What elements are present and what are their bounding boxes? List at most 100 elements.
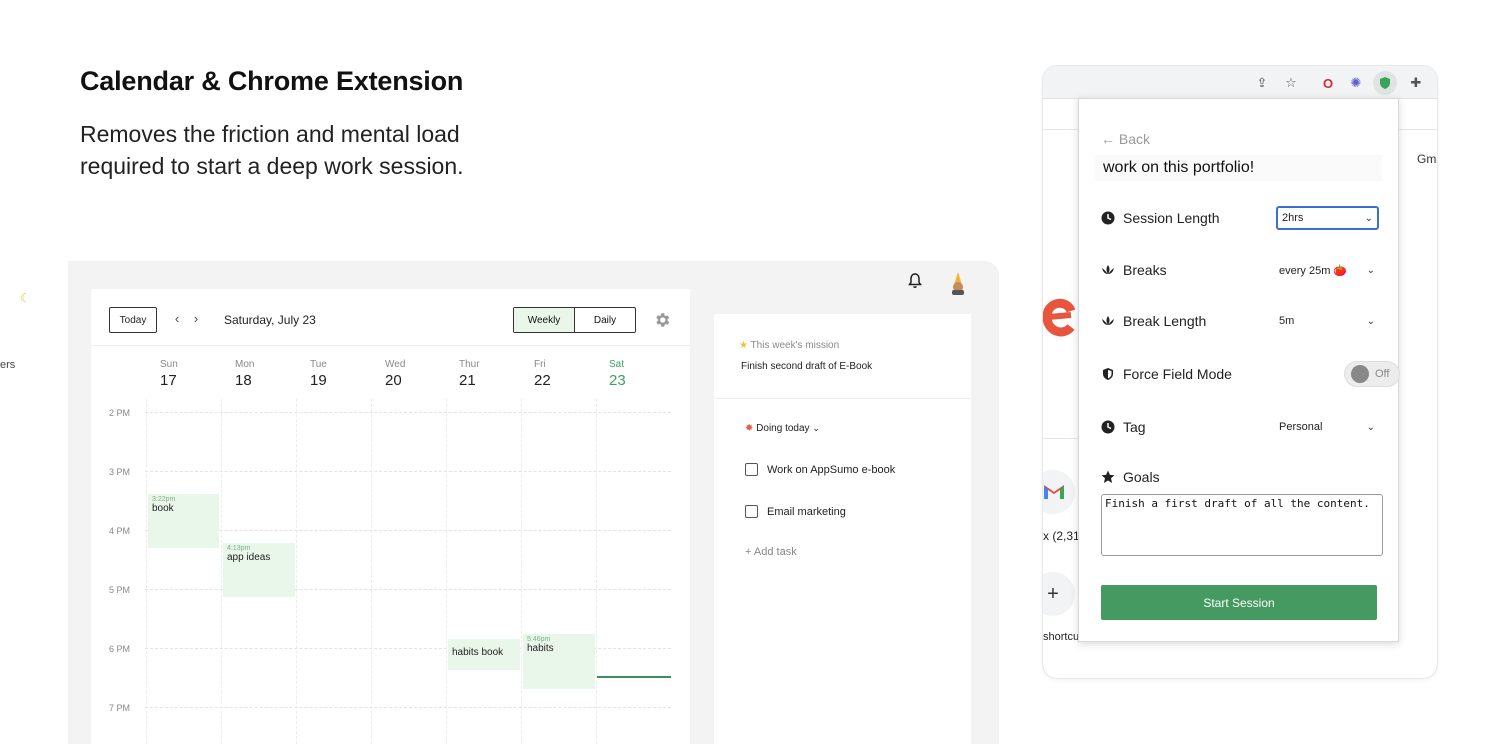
star-icon: ★ xyxy=(739,340,748,351)
break-length-row: Break Length 5m ⌄ xyxy=(1101,307,1379,335)
day-header-sun: Sun 17 xyxy=(160,359,220,389)
task-item[interactable]: Work on AppSumo e-book xyxy=(745,463,895,476)
breaks-value: every 25m 🍅 xyxy=(1279,264,1348,277)
session-title-input[interactable]: work on this portfolio! xyxy=(1095,155,1382,181)
day-column-line xyxy=(296,399,297,744)
sidebar-item-label[interactable]: ers xyxy=(0,359,15,371)
mission-label: ★ This week's mission xyxy=(739,340,839,351)
opera-icon[interactable]: O xyxy=(1319,74,1337,92)
tag-select[interactable]: Personal ⌄ xyxy=(1279,415,1379,439)
event-title: app ideas xyxy=(227,552,271,563)
divider xyxy=(91,345,690,346)
today-button[interactable]: Today xyxy=(109,307,157,333)
day-name: Fri xyxy=(534,359,546,370)
hero-title: Calendar & Chrome Extension xyxy=(80,66,464,96)
force-field-row: Force Field Mode Off xyxy=(1101,360,1400,388)
divider xyxy=(714,398,971,399)
extension-popup: ← Back work on this portfolio! Session L… xyxy=(1078,98,1400,642)
bookmark-star-icon[interactable]: ☆ xyxy=(1282,74,1300,92)
chevron-down-icon: ⌄ xyxy=(1366,421,1375,433)
event-title: book xyxy=(152,503,174,514)
day-header-thur: Thur 21 xyxy=(459,359,519,389)
shield-extension-icon[interactable] xyxy=(1373,71,1397,95)
day-header-mon: Mon 18 xyxy=(235,359,295,389)
chevron-down-icon: ⌄ xyxy=(1366,315,1375,327)
day-header-tue: Tue 19 xyxy=(310,359,370,389)
session-length-select[interactable]: 2hrs ⌄ xyxy=(1276,206,1379,230)
event-title: habits xyxy=(527,643,554,654)
puzzle-icon[interactable]: ✚ xyxy=(1407,74,1425,92)
hour-label: 2 PM xyxy=(109,408,131,418)
e-logo-icon[interactable] xyxy=(1043,295,1075,341)
event-time: 3:22pm xyxy=(152,496,176,503)
session-length-value: 2hrs xyxy=(1282,212,1304,224)
calendar-event[interactable]: habits book xyxy=(448,639,520,670)
view-toggle: Weekly Daily xyxy=(513,307,636,333)
hour-gridline xyxy=(145,471,671,472)
shield-icon xyxy=(1380,77,1390,89)
breaks-select[interactable]: every 25m 🍅 ⌄ xyxy=(1279,258,1379,282)
gmail-link[interactable]: Gm xyxy=(1417,152,1436,166)
share-icon[interactable]: ⇪ xyxy=(1253,74,1271,92)
day-column-line xyxy=(521,399,522,744)
day-number: 21 xyxy=(459,372,476,389)
tag-value: Personal xyxy=(1279,421,1323,433)
task-checkbox[interactable] xyxy=(745,463,758,476)
add-task-label: Add task xyxy=(753,546,797,558)
force-field-toggle[interactable]: Off xyxy=(1344,361,1400,387)
browser-toolbar: ⇪ ☆ O ✺ ✚ xyxy=(1043,66,1437,99)
back-link[interactable]: ← Back xyxy=(1101,131,1150,147)
lotus-icon xyxy=(1102,265,1114,274)
session-length-row: Session Length 2hrs ⌄ xyxy=(1101,204,1379,232)
day-name: Mon xyxy=(235,359,255,370)
mission-text[interactable]: Finish second draft of E-Book xyxy=(741,361,872,372)
add-shortcut-button[interactable]: + xyxy=(1043,572,1075,616)
day-column-line xyxy=(221,399,222,744)
hour-label: 4 PM xyxy=(109,526,131,536)
day-name: Sun xyxy=(160,359,178,370)
day-number: 18 xyxy=(235,372,252,389)
calendar-card: Today ‹ › Saturday, July 23 Weekly Daily… xyxy=(91,289,690,744)
moon-icon[interactable]: ☾ xyxy=(20,291,31,305)
tab-daily[interactable]: Daily xyxy=(575,308,635,332)
hour-label: 3 PM xyxy=(109,467,131,477)
plus-icon: + xyxy=(745,546,752,558)
sparkle-extension-icon[interactable]: ✺ xyxy=(1347,74,1365,92)
hour-gridline xyxy=(145,412,671,413)
day-number: 20 xyxy=(385,372,402,389)
tab-weekly[interactable]: Weekly xyxy=(514,308,575,332)
chevron-right-icon[interactable]: › xyxy=(189,311,203,326)
mission-label-text: This week's mission xyxy=(750,340,840,351)
event-time: 5:46pm xyxy=(527,636,551,643)
calendar-event[interactable]: 3:22pm book xyxy=(148,494,219,548)
day-number: 19 xyxy=(310,372,327,389)
day-name: Thur xyxy=(459,359,480,370)
add-task-button[interactable]: + Add task xyxy=(745,546,797,558)
task-item[interactable]: Email marketing xyxy=(745,505,846,518)
current-time-indicator xyxy=(597,676,671,678)
current-date-label: Saturday, July 23 xyxy=(224,313,316,327)
day-header-sat: Sat 23 xyxy=(609,359,669,389)
task-checkbox[interactable] xyxy=(745,505,758,518)
calendar-event[interactable]: 5:46pm habits xyxy=(523,634,595,689)
day-number: 23 xyxy=(609,372,626,389)
doing-today-label: Doing today xyxy=(756,423,810,434)
event-title: habits book xyxy=(452,647,504,658)
star-icon xyxy=(1101,470,1115,483)
start-session-button[interactable]: Start Session xyxy=(1101,585,1377,620)
chevron-left-icon[interactable]: ‹ xyxy=(170,311,184,326)
bell-icon[interactable] xyxy=(905,271,925,291)
force-field-label: Force Field Mode xyxy=(1123,366,1232,382)
sparkle-icon: ✸ xyxy=(745,423,754,434)
gear-icon[interactable] xyxy=(653,311,671,329)
goals-textarea[interactable]: Finish a first draft of all the content. xyxy=(1101,494,1383,556)
toggle-state: Off xyxy=(1375,368,1390,380)
lotus-icon xyxy=(1102,316,1114,325)
day-column-line xyxy=(446,399,447,744)
hour-label: 6 PM xyxy=(109,644,131,654)
day-name: Tue xyxy=(310,359,327,370)
doing-today-dropdown[interactable]: ✸ Doing today ⌄ xyxy=(745,423,820,434)
avatar[interactable] xyxy=(946,271,970,295)
break-length-select[interactable]: 5m ⌄ xyxy=(1279,309,1379,333)
calendar-event[interactable]: 4:13pm app ideas xyxy=(223,543,295,597)
